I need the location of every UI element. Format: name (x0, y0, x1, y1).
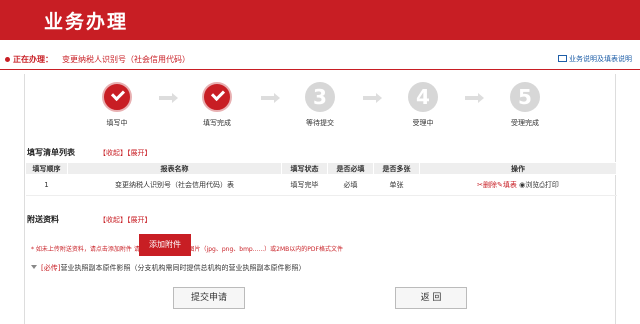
col-multiple: 是否多张 (373, 162, 420, 175)
status-bar: 正在办理： 变更纳税人识别号（社会信用代码） 业务说明及填表说明 (0, 50, 640, 70)
col-actions: 操作 (419, 162, 617, 175)
required-tag: [必传] (41, 264, 61, 272)
page-title: 业务办理 (44, 11, 129, 33)
add-attachment-button[interactable]: 添加附件 (139, 234, 191, 256)
arrow-right-icon (261, 93, 280, 103)
step-label: 填写完成 (203, 119, 231, 127)
step-label: 受理完成 (511, 119, 539, 127)
cell-required: 必填 (327, 174, 374, 196)
col-name: 报表名称 (67, 162, 282, 175)
delete-label: 删除 (483, 181, 498, 189)
fill-link[interactable]: ✎填表 (497, 181, 517, 189)
step-label: 等待提交 (306, 119, 334, 127)
arrow-right-icon (159, 93, 178, 103)
step-number-3: 3 (305, 82, 335, 112)
top-bar: 业务办理 (0, 0, 640, 40)
expand-link[interactable]: 【展开】 (127, 149, 152, 157)
cell-actions: ✂删除✎填表 ◉浏览⎙打印 (419, 174, 617, 196)
cell-multiple: 单张 (373, 174, 420, 196)
step-label: 受理中 (412, 119, 434, 127)
table-header-row: 填写顺序 报表名称 填写状态 是否必填 是否多张 操作 (25, 162, 617, 175)
fill-list-title: 填写清单列表 (27, 148, 75, 157)
expand-arrow-icon[interactable] (31, 265, 37, 269)
help-link[interactable]: 业务说明及填表说明 (558, 54, 632, 64)
bullet-icon (5, 57, 10, 62)
back-button[interactable]: 返 回 (395, 287, 467, 309)
arrow-right-icon (363, 93, 382, 103)
attachments-title: 附送资料 (27, 215, 59, 224)
col-status: 填写状态 (281, 162, 328, 175)
step-1: 填写中 (87, 82, 147, 128)
fill-list-tools: 【收起】【展开】 (99, 148, 152, 158)
cell-status: 填写完毕 (281, 174, 328, 196)
status-value: 变更纳税人识别号（社会信用代码） (62, 55, 190, 64)
attachment-text: 营业执照副本原件影照（分支机构需同时提供总机构的营业执照副本原件影照） (60, 264, 306, 272)
browse-link[interactable]: ◉浏览 (519, 181, 539, 189)
arrow-right-icon (465, 93, 484, 103)
step-2: 填写完成 (187, 82, 247, 128)
submit-button[interactable]: 提交申请 (173, 287, 245, 309)
step-4: 4 受理中 (393, 82, 453, 128)
col-order: 填写顺序 (25, 162, 68, 175)
collapse-link[interactable]: 【收起】 (99, 149, 127, 157)
progress-steps: 填写中 填写完成 3 等待提交 4 受理中 5 受理完成 (25, 82, 617, 142)
col-required: 是否必填 (327, 162, 374, 175)
step-number-5: 5 (510, 82, 540, 112)
status-label: 正在办理： (13, 55, 53, 64)
book-icon (558, 55, 567, 62)
fill-list-table: 填写顺序 报表名称 填写状态 是否必填 是否多张 操作 1 变更纳税人识别号（社… (25, 162, 617, 196)
check-icon (202, 82, 232, 112)
step-number-4: 4 (408, 82, 438, 112)
collapse-link[interactable]: 【收起】 (99, 216, 127, 224)
step-3: 3 等待提交 (290, 82, 350, 128)
cell-order: 1 (25, 174, 68, 196)
browse-label: 浏览 (525, 181, 540, 189)
table-row: 1 变更纳税人识别号（社会信用代码）表 填写完毕 必填 单张 ✂删除✎填表 ◉浏… (25, 174, 617, 196)
check-icon (102, 82, 132, 112)
print-link[interactable]: ⎙打印 (539, 181, 559, 189)
delete-link[interactable]: ✂删除 (477, 181, 497, 189)
print-label: 打印 (544, 181, 559, 189)
fill-label: 填表 (502, 181, 517, 189)
cell-name: 变更纳税人识别号（社会信用代码）表 (67, 174, 282, 196)
attachment-item: [必传]营业执照副本原件影照（分支机构需同时提供总机构的营业执照副本原件影照） (31, 263, 305, 273)
expand-link[interactable]: 【展开】 (127, 216, 152, 224)
step-5: 5 受理完成 (495, 82, 555, 128)
step-label: 填写中 (106, 119, 128, 127)
help-link-label: 业务说明及填表说明 (569, 55, 632, 63)
main-panel: 填写中 填写完成 3 等待提交 4 受理中 5 受理完成 填写清单列表 【收起】… (24, 74, 617, 324)
attachments-tools: 【收起】【展开】 (99, 215, 152, 225)
